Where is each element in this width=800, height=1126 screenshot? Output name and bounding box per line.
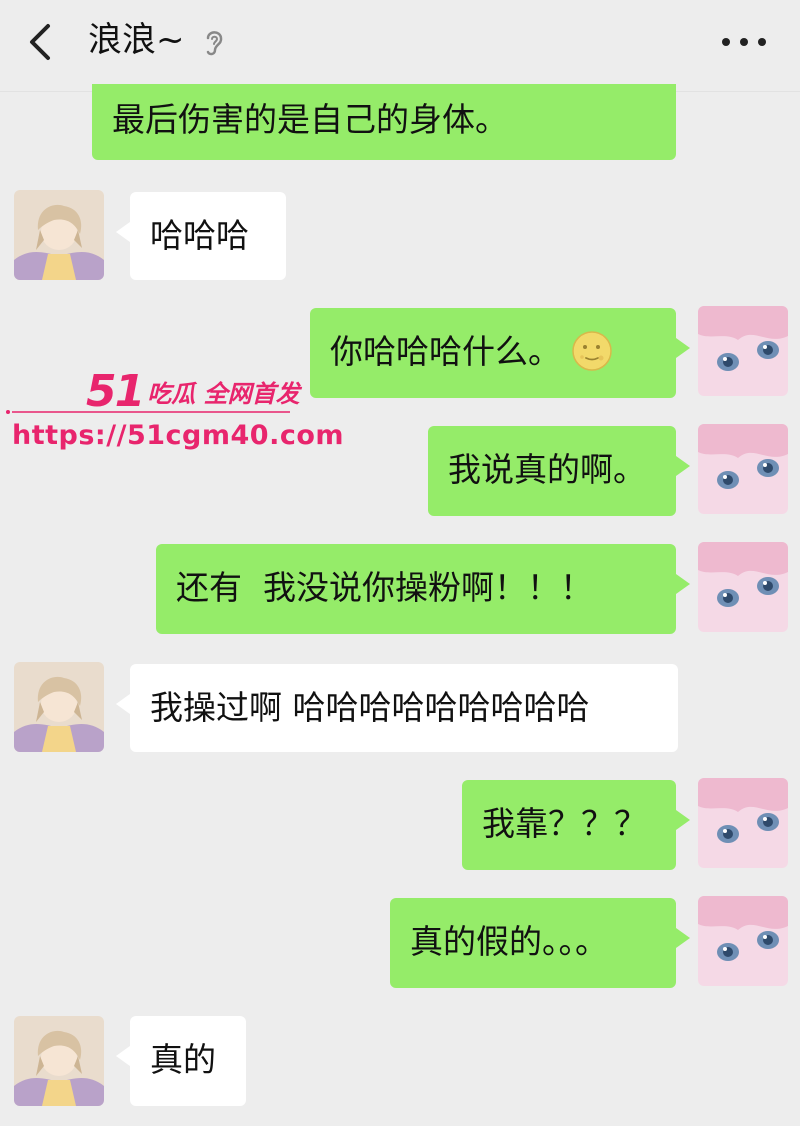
- message-bubble-outgoing[interactable]: 你哈哈哈什么。: [310, 308, 690, 398]
- moon-emoji-icon: [571, 330, 613, 372]
- contact-avatar[interactable]: [14, 1016, 104, 1106]
- message-bubble-incoming[interactable]: 哈哈哈: [116, 192, 286, 280]
- watermark-tagline: 吃瓜 全网首发: [147, 380, 300, 408]
- message-text: 最后伤害的是自己的身体。: [112, 100, 508, 139]
- message-bubble-outgoing[interactable]: 我靠？？？: [462, 780, 690, 870]
- watermark-url: https://51cgm40.com: [12, 420, 345, 451]
- user-avatar[interactable]: [698, 306, 788, 396]
- message-text: 还有 我没说你操粉啊！！！: [176, 568, 593, 607]
- message-text: 真的: [150, 1040, 216, 1079]
- message-bubble-incoming[interactable]: 我操过啊 哈哈哈哈哈哈哈哈哈: [116, 664, 678, 752]
- contact-avatar[interactable]: [14, 662, 104, 752]
- message-bubble-outgoing[interactable]: 我说真的啊。: [428, 426, 690, 516]
- chat-title: 浪浪~: [88, 20, 185, 60]
- user-avatar[interactable]: [698, 778, 788, 868]
- message-bubble-outgoing[interactable]: 还有 我没说你操粉啊！！！: [156, 544, 690, 634]
- ear-icon: [200, 26, 228, 58]
- watermark: 51 吃瓜 全网首发 https://51cgm40.com: [0, 358, 344, 468]
- back-chevron-icon: [30, 24, 50, 60]
- contact-avatar[interactable]: [14, 190, 104, 280]
- user-avatar[interactable]: [698, 542, 788, 632]
- message-text: 我说真的啊。: [448, 450, 646, 489]
- message-text: 真的假的。。。: [410, 922, 608, 961]
- watermark-circuit-line: [6, 410, 290, 414]
- user-avatar[interactable]: [698, 424, 788, 514]
- back-button[interactable]: [20, 16, 64, 68]
- more-icon: [722, 38, 766, 46]
- message-bubble-outgoing[interactable]: 真的假的。。。: [390, 898, 690, 988]
- message-text: 我靠？？？: [482, 804, 647, 843]
- message-text: 你哈哈哈什么。: [330, 332, 561, 371]
- message-bubble-incoming[interactable]: 真的: [116, 1016, 246, 1106]
- chat-header: 浪浪~: [0, 0, 800, 92]
- more-button[interactable]: [712, 22, 776, 62]
- user-avatar[interactable]: [698, 896, 788, 986]
- message-bubble-outgoing[interactable]: 最后伤害的是自己的身体。: [92, 84, 676, 160]
- message-text: 哈哈哈: [150, 216, 249, 255]
- message-text: 我操过啊 哈哈哈哈哈哈哈哈哈: [150, 688, 590, 727]
